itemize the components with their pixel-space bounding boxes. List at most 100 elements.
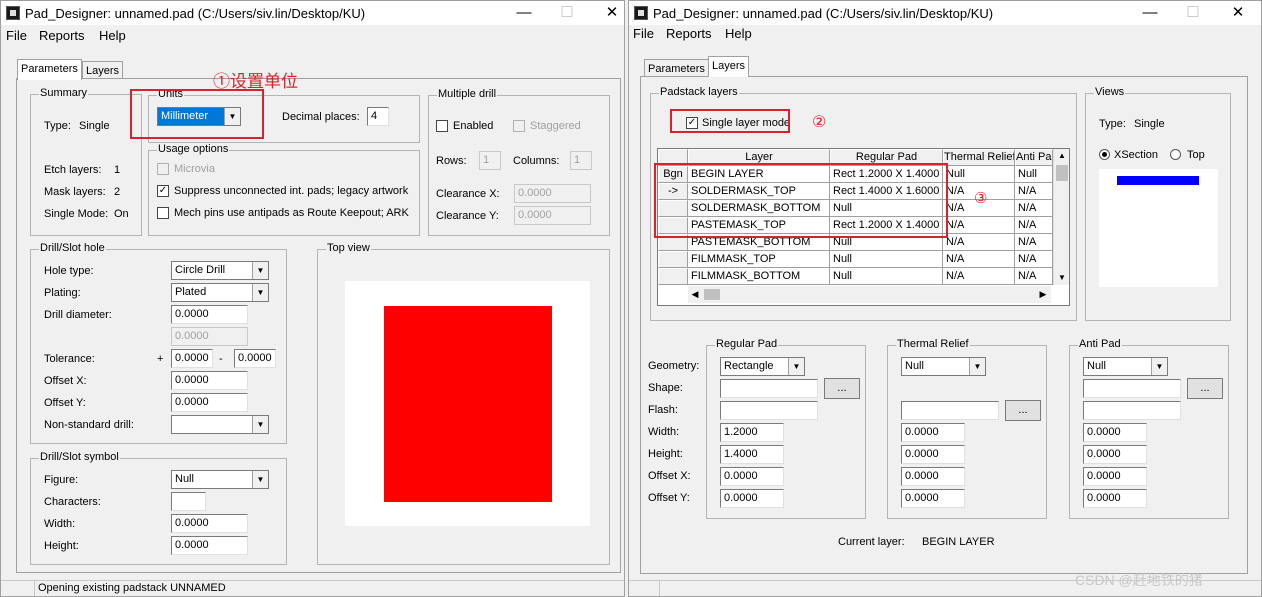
table-cell[interactable]: N/A — [1015, 217, 1053, 234]
padstack-layers-legend: Padstack layers — [659, 86, 739, 98]
scroll-thumb[interactable] — [704, 289, 720, 300]
tolerance-minus-input[interactable]: 0.0000 — [234, 349, 276, 368]
tab-parameters[interactable]: Parameters — [17, 59, 82, 80]
enabled-checkbox[interactable] — [436, 120, 448, 132]
menu-help[interactable]: Help — [725, 26, 752, 41]
menu-reports[interactable]: Reports — [666, 26, 712, 41]
status-divider — [659, 581, 660, 596]
table-cell[interactable]: N/A — [943, 234, 1015, 251]
anti-offset-y-input[interactable]: 0.0000 — [1083, 489, 1147, 508]
table-cell[interactable]: Null — [1015, 166, 1053, 183]
close-button[interactable]: ✕ — [1228, 5, 1248, 21]
menu-file[interactable]: File — [6, 28, 27, 43]
decimal-places-input[interactable]: 4 — [367, 107, 389, 126]
regular-geometry-select[interactable]: Rectangle ▼ — [720, 357, 805, 376]
regular-height-input[interactable]: 1.4000 — [720, 445, 784, 464]
table-cell[interactable]: N/A — [943, 251, 1015, 268]
row-header[interactable] — [658, 251, 688, 268]
thermal-offset-y-input[interactable]: 0.0000 — [901, 489, 965, 508]
vertical-scrollbar[interactable]: ▲ ▼ — [1053, 149, 1069, 285]
anti-geometry-select[interactable]: Null ▼ — [1083, 357, 1168, 376]
table-cell[interactable]: Null — [830, 251, 943, 268]
anti-shape-input[interactable] — [1083, 379, 1181, 398]
anti-flash-input[interactable] — [1083, 401, 1181, 420]
drill-diameter-input-2[interactable]: 0.0000 — [171, 327, 248, 346]
table-cell[interactable]: N/A — [1015, 234, 1053, 251]
columns-input[interactable]: 1 — [570, 151, 592, 170]
usage-options-group: Usage options Microvia ✓ Suppress unconn… — [148, 143, 420, 236]
table-cell[interactable]: N/A — [1015, 268, 1053, 285]
clearance-y-label: Clearance Y: — [436, 210, 499, 222]
scroll-up-icon[interactable]: ▲ — [1054, 149, 1069, 163]
tab-layers[interactable]: Layers — [82, 61, 124, 79]
symbol-height-label: Height: — [44, 540, 79, 552]
table-cell[interactable]: Null — [943, 166, 1015, 183]
row-header[interactable] — [658, 268, 688, 285]
hole-type-select[interactable]: Circle Drill ▼ — [171, 261, 269, 280]
menu-help[interactable]: Help — [99, 28, 126, 43]
horizontal-scrollbar[interactable]: ◀ ▶ — [688, 286, 1051, 303]
non-standard-drill-select[interactable]: ▼ — [171, 415, 269, 434]
table-cell[interactable]: N/A — [1015, 200, 1053, 217]
scroll-down-icon[interactable]: ▼ — [1054, 271, 1069, 285]
anti-height-input[interactable]: 0.0000 — [1083, 445, 1147, 464]
column-header-anti-pad[interactable]: Anti Pad — [1015, 149, 1053, 166]
drill-slot-hole-group: Drill/Slot hole Hole type: Circle Drill … — [30, 242, 287, 444]
thermal-geometry-select[interactable]: Null ▼ — [901, 357, 986, 376]
scroll-thumb[interactable] — [1056, 165, 1068, 181]
tab-parameters[interactable]: Parameters — [644, 59, 709, 77]
regular-flash-input[interactable] — [720, 401, 818, 420]
figure-select[interactable]: Null ▼ — [171, 470, 269, 489]
rows-input[interactable]: 1 — [479, 151, 501, 170]
anti-shape-browse-button[interactable]: ... — [1187, 378, 1223, 399]
table-cell[interactable]: N/A — [943, 268, 1015, 285]
clearance-y-input[interactable]: 0.0000 — [514, 206, 591, 225]
characters-input[interactable] — [171, 492, 206, 511]
table-cell[interactable]: FILMMASK_TOP — [688, 251, 830, 268]
microvia-checkbox[interactable] — [157, 163, 169, 175]
menu-file[interactable]: File — [633, 26, 654, 41]
top-radio[interactable] — [1170, 149, 1181, 160]
anti-width-input[interactable]: 0.0000 — [1083, 423, 1147, 442]
menu-reports[interactable]: Reports — [39, 28, 85, 43]
table-cell[interactable]: N/A — [1015, 183, 1053, 200]
thermal-offset-x-input[interactable]: 0.0000 — [901, 467, 965, 486]
anti-offset-x-input[interactable]: 0.0000 — [1083, 467, 1147, 486]
tolerance-minus-sign: - — [219, 353, 223, 365]
table-cell[interactable]: Null — [830, 268, 943, 285]
minimize-button[interactable]: — — [1140, 5, 1160, 21]
xsection-radio[interactable] — [1099, 149, 1110, 160]
mech-pins-checkbox[interactable] — [157, 207, 169, 219]
regular-width-input[interactable]: 1.2000 — [720, 423, 784, 442]
minimize-button[interactable]: — — [514, 5, 534, 21]
close-button[interactable]: ✕ — [602, 5, 622, 21]
table-cell[interactable]: N/A — [1015, 251, 1053, 268]
regular-offset-y-input[interactable]: 0.0000 — [720, 489, 784, 508]
chevron-down-icon: ▼ — [252, 284, 268, 301]
non-standard-drill-label: Non-standard drill: — [44, 419, 134, 431]
column-header-thermal-relief[interactable]: Thermal Relief — [943, 149, 1015, 166]
thermal-height-input[interactable]: 0.0000 — [901, 445, 965, 464]
thermal-width-input[interactable]: 0.0000 — [901, 423, 965, 442]
table-cell[interactable]: N/A — [943, 217, 1015, 234]
table-cell[interactable]: FILMMASK_BOTTOM — [688, 268, 830, 285]
plating-select[interactable]: Plated ▼ — [171, 283, 269, 302]
thermal-flash-input[interactable] — [901, 401, 999, 420]
symbol-height-input[interactable]: 0.0000 — [171, 536, 248, 555]
suppress-checkbox[interactable]: ✓ — [157, 185, 169, 197]
scroll-right-icon[interactable]: ▶ — [1036, 286, 1050, 303]
drill-slot-symbol-legend: Drill/Slot symbol — [39, 451, 120, 463]
regular-shape-input[interactable] — [720, 379, 818, 398]
tab-layers[interactable]: Layers — [708, 56, 750, 77]
drill-diameter-input[interactable]: 0.0000 — [171, 305, 248, 324]
scroll-left-icon[interactable]: ◀ — [688, 286, 702, 303]
thermal-flash-browse-button[interactable]: ... — [1005, 400, 1041, 421]
offset-y-input[interactable]: 0.0000 — [171, 393, 248, 412]
regular-offset-x-input[interactable]: 0.0000 — [720, 467, 784, 486]
clearance-x-input[interactable]: 0.0000 — [514, 184, 591, 203]
symbol-width-input[interactable]: 0.0000 — [171, 514, 248, 533]
tolerance-plus-input[interactable]: 0.0000 — [171, 349, 213, 368]
regular-shape-browse-button[interactable]: ... — [824, 378, 860, 399]
offset-x-input[interactable]: 0.0000 — [171, 371, 248, 390]
staggered-checkbox[interactable] — [513, 120, 525, 132]
